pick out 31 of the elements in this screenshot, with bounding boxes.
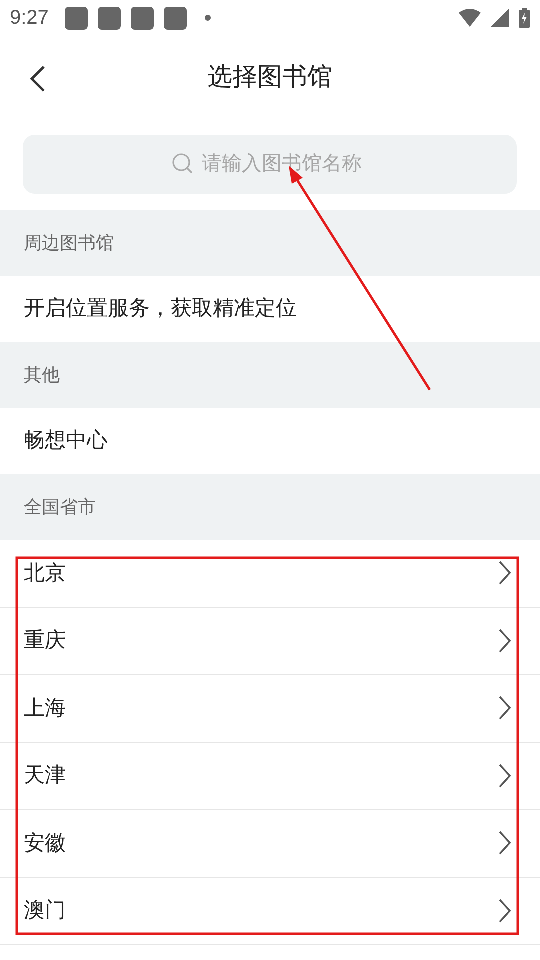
signal-icon (491, 9, 509, 27)
row-label: 澳门 (24, 898, 67, 924)
chevron-right-icon (498, 696, 512, 720)
chevron-right-icon (498, 764, 512, 788)
chevron-right-icon (498, 628, 512, 653)
row-label: 畅想中心 (24, 428, 109, 454)
page-title: 选择图书馆 (208, 62, 332, 94)
row-label: 开启位置服务，获取精准定位 (24, 296, 298, 322)
section-title: 周边图书馆 (24, 232, 114, 254)
section-title: 其他 (24, 364, 60, 386)
province-row[interactable]: 澳门 (0, 878, 540, 945)
row-label: 天津 (24, 763, 67, 789)
chevron-right-icon (498, 561, 512, 586)
row-label: 上海 (24, 696, 67, 722)
province-row[interactable]: 天津 (0, 742, 540, 810)
battery-icon (519, 8, 530, 28)
chevron-right-icon (498, 898, 512, 923)
province-row[interactable]: 重庆 (0, 608, 540, 675)
notification-icon (130, 6, 154, 30)
status-time: 9:27 (10, 6, 49, 31)
search-icon (172, 153, 194, 175)
row-label: 北京 (24, 560, 67, 586)
notification-icon (164, 6, 187, 30)
notification-icon (98, 6, 121, 30)
notification-icon (64, 6, 88, 30)
section-title: 全国省市 (24, 496, 96, 518)
back-icon[interactable] (30, 65, 46, 93)
row-label: 重庆 (24, 628, 67, 654)
chevron-right-icon (498, 831, 512, 856)
wifi-icon (459, 9, 481, 27)
row-label: 安徽 (24, 830, 67, 856)
